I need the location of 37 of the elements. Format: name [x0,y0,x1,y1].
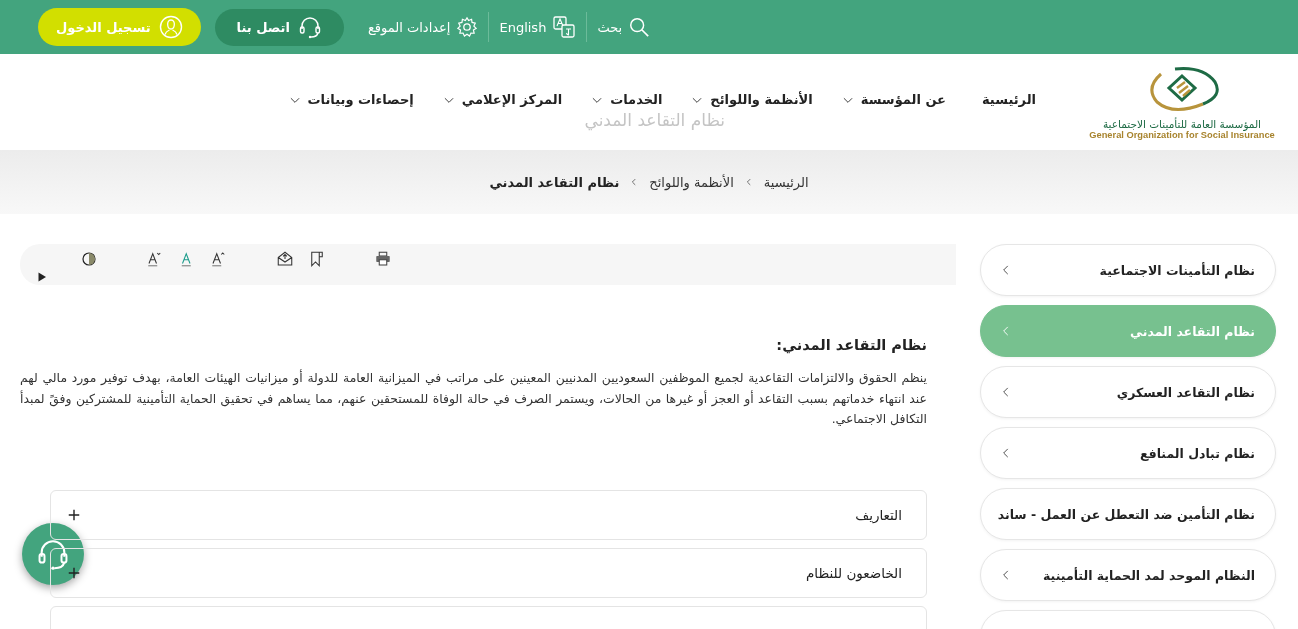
sidebar-item[interactable]: النظام الموحد لمد الحماية التأمينية [980,549,1276,601]
chat-support-button[interactable] [22,523,84,585]
breadcrumb-link[interactable]: الرئيسية [763,174,809,190]
contrast-icon[interactable] [80,250,98,268]
print-icon[interactable] [374,250,392,268]
headset-icon [36,537,70,571]
contact-button[interactable]: اتصل بنا [214,8,344,46]
search-icon [628,16,651,38]
accordion-item[interactable]: التعاريف [50,489,927,540]
headset-icon [297,15,322,39]
envelope-icon[interactable] [276,250,294,268]
nav-item[interactable]: المركز الإعلامي [427,92,577,107]
settings-icon [456,16,479,38]
logo-english-text: General Organization for Social Insurance [1089,130,1275,140]
sidebar-item[interactable]: نظام التأمين ضد التعطل عن العمل - ساند [980,488,1276,540]
nav-item[interactable]: إحصاءات وبيانات [273,92,428,107]
sidebar-item[interactable]: نظام التقاعد العسكري [980,366,1276,418]
breadcrumb-link[interactable]: الأنظمة واللوائح [649,174,734,190]
breadcrumb-link[interactable]: نظام التقاعد المدني [489,174,620,190]
translate-icon [552,15,577,39]
bookmark-icon[interactable] [308,250,326,268]
sidebar-item[interactable]: نظام تبادل المنافع [980,427,1276,479]
nav-item[interactable]: الرئيسية [967,92,1036,107]
nav-item[interactable]: الأنظمة واللوائح [676,92,827,107]
plus-icon [67,507,81,522]
user-icon [158,15,183,39]
font-decrease-icon[interactable] [146,250,164,268]
logo-arabic-text: المؤسسة العامة للتأمينات الاجتماعية [1103,118,1262,130]
page-title: نظام التقاعد المدني [584,110,726,130]
plus-icon [67,565,81,580]
nav-item[interactable]: عن المؤسسة [826,92,960,107]
nav-item[interactable]: الخدمات [576,92,677,107]
accordion-item[interactable]: الخاضعون للنظام [50,547,927,598]
play-icon[interactable] [36,271,48,283]
description-paragraph: ينظم الحقوق والالتزامات التقاعدية لجميع الموظفين السعوديين المدنيين المعينين على مراتب في الميزانية العامة للدولة أو ميزانيات الهيئات العامة، بهدف توفير مورد مالي لهم عند انتهاء خدماتهم بسبب التقاعد أو العجز أو غيرها من الحالات، ويستمر الصرف في حالة الوفاة للمستحقين عنهم، مما يساهم في تحقيق الحماية التأمينية للمشتركين وفقً لمبدأ التكافل الاجتماعي. [20,368,927,428]
sidebar-item[interactable]: نظام التأمينات الاجتماعية [980,244,1276,296]
section-heading: نظام التقاعد المدني: [775,337,927,353]
